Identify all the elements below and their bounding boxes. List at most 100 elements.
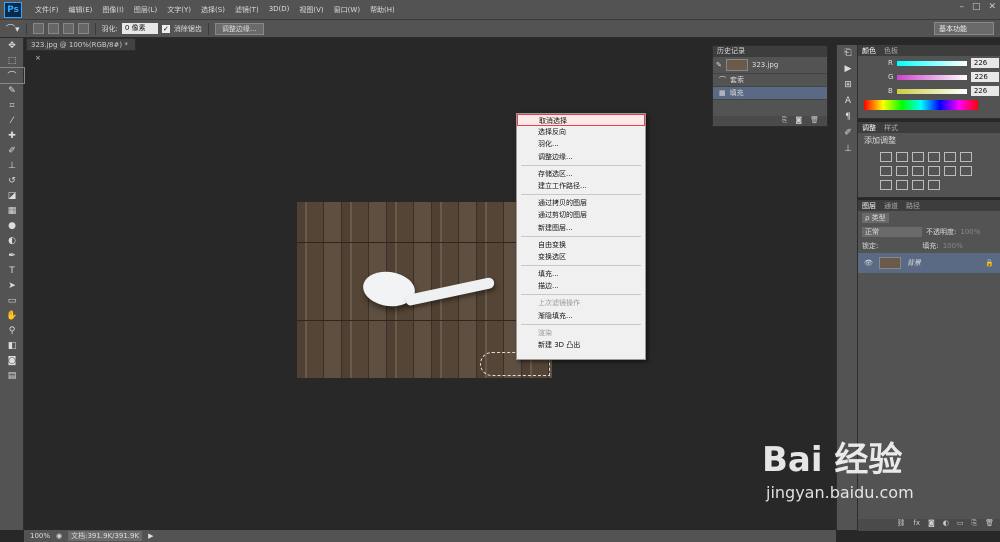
menu-select[interactable]: 选择(S) — [196, 5, 230, 15]
menu-item-refine-edge[interactable]: 调整边缘... — [517, 151, 645, 163]
color-balance-icon[interactable] — [880, 166, 892, 176]
antialias-checkbox[interactable]: ✓ — [161, 24, 170, 33]
color-spectrum[interactable] — [864, 100, 978, 110]
menu-image[interactable]: 图像(I) — [97, 5, 129, 15]
workspace-select[interactable]: 基本功能 — [934, 22, 994, 35]
color-lookup-icon[interactable] — [944, 166, 956, 176]
zoom-level[interactable]: 100% — [30, 532, 50, 540]
history-step-fill[interactable]: ▦ 填充 — [713, 87, 827, 100]
clone-stamp-icon[interactable]: ⊥ — [0, 158, 24, 173]
menu-item-fade-fill[interactable]: 渐隐填充... — [517, 310, 645, 322]
close-tab-icon[interactable]: × — [35, 54, 41, 62]
vibrance-icon[interactable] — [944, 152, 956, 162]
lasso-tool-icon[interactable]: ⌒▾ — [6, 22, 20, 35]
menu-view[interactable]: 视图(V) — [294, 5, 328, 15]
marquee-tool-icon[interactable]: ⬚ — [0, 53, 24, 68]
adjustment-layer-icon[interactable]: ◐ — [943, 519, 949, 531]
menu-item-save-selection[interactable]: 存储选区... — [517, 168, 645, 180]
add-selection-icon[interactable] — [47, 23, 59, 34]
eraser-icon[interactable]: ◪ — [0, 188, 24, 203]
menu-item-fill[interactable]: 填充... — [517, 268, 645, 280]
tab-color[interactable]: 颜色 — [862, 46, 876, 56]
camera-icon[interactable]: ◙ — [795, 116, 802, 126]
g-value-input[interactable]: 226 — [971, 72, 1000, 82]
document-info[interactable]: 文档:391.9K/391.9K — [68, 531, 143, 541]
status-arrow-icon[interactable]: ▶ — [148, 532, 153, 540]
zoom-tool-icon[interactable]: ⚲ — [0, 323, 24, 338]
channel-mixer-icon[interactable] — [928, 166, 940, 176]
eye-icon[interactable]: 👁 — [864, 259, 873, 267]
shape-tool-icon[interactable]: ▭ — [0, 293, 24, 308]
group-icon[interactable]: ▭ — [957, 519, 964, 531]
menu-3d[interactable]: 3D(D) — [264, 5, 295, 15]
paragraph-icon[interactable]: ¶ — [837, 109, 859, 125]
refine-edge-button[interactable]: 调整边缘... — [214, 22, 264, 35]
fx-icon[interactable]: fx — [913, 519, 920, 531]
path-select-icon[interactable]: ➤ — [0, 278, 24, 293]
history-step-lasso[interactable]: ⌒ 套索 — [713, 74, 827, 87]
history-panel-title[interactable]: 历史记录 — [713, 46, 827, 57]
history-brush-icon[interactable]: ↺ — [0, 173, 24, 188]
r-slider[interactable] — [896, 60, 967, 66]
r-value-input[interactable]: 226 — [970, 58, 999, 68]
gradient-map-icon[interactable] — [912, 180, 924, 190]
selective-color-icon[interactable] — [928, 180, 940, 190]
posterize-icon[interactable] — [880, 180, 892, 190]
hue-saturation-icon[interactable] — [960, 152, 972, 162]
blur-icon[interactable]: ● — [0, 218, 24, 233]
b-value-input[interactable]: 226 — [970, 86, 999, 96]
menu-item-layer-via-copy[interactable]: 通过拷贝的图层 — [517, 197, 645, 209]
subtract-selection-icon[interactable] — [62, 23, 74, 34]
quick-select-icon[interactable]: ✎ — [0, 83, 24, 98]
menu-filter[interactable]: 滤镜(T) — [230, 5, 264, 15]
tab-paths[interactable]: 路径 — [906, 201, 920, 211]
brush-tool-icon[interactable]: ✐ — [0, 143, 24, 158]
fill-input[interactable]: 100% — [943, 242, 963, 250]
menu-layer[interactable]: 图层(L) — [129, 5, 162, 15]
new-document-icon[interactable]: ⎘ — [782, 116, 788, 126]
info-icon[interactable]: ◉ — [56, 532, 62, 540]
menu-type[interactable]: 文字(Y) — [162, 5, 196, 15]
move-tool-icon[interactable]: ✥ — [0, 38, 24, 53]
menu-file[interactable]: 文件(F) — [30, 5, 64, 15]
tab-adjustments[interactable]: 调整 — [862, 123, 876, 133]
close-icon[interactable]: ✕ — [988, 2, 996, 12]
threshold-icon[interactable] — [896, 180, 908, 190]
new-selection-icon[interactable] — [32, 23, 44, 34]
pen-tool-icon[interactable]: ✒ — [0, 248, 24, 263]
menu-item-inverse[interactable]: 选择反向 — [517, 126, 645, 138]
blend-mode-select[interactable]: 正常 — [862, 227, 922, 237]
clone-source-icon[interactable]: ⊥ — [837, 141, 859, 157]
quick-mask-icon[interactable]: ◙ — [0, 353, 24, 368]
new-layer-icon[interactable]: ⎘ — [972, 519, 978, 531]
black-white-icon[interactable] — [896, 166, 908, 176]
canvas-image[interactable] — [297, 202, 552, 378]
opacity-input[interactable]: 100% — [960, 228, 980, 236]
screen-mode-icon[interactable]: ▤ — [0, 368, 24, 383]
brightness-icon[interactable] — [880, 152, 892, 162]
crop-tool-icon[interactable]: ⌗ — [0, 98, 24, 113]
tab-channels[interactable]: 通道 — [884, 201, 898, 211]
gradient-icon[interactable]: ▦ — [0, 203, 24, 218]
exposure-icon[interactable] — [928, 152, 940, 162]
tab-swatches[interactable]: 色板 — [884, 46, 898, 56]
minimize-icon[interactable]: – — [959, 2, 964, 12]
link-icon[interactable]: ⛓ — [896, 519, 905, 531]
menu-item-new-layer[interactable]: 新建图层... — [517, 222, 645, 234]
menu-help[interactable]: 帮助(H) — [365, 5, 400, 15]
menu-item-layer-via-cut[interactable]: 通过剪切的图层 — [517, 209, 645, 221]
menu-window[interactable]: 窗口(W) — [329, 5, 365, 15]
healing-brush-icon[interactable]: ✚ — [0, 128, 24, 143]
b-slider[interactable] — [896, 88, 967, 94]
menu-edit[interactable]: 编辑(E) — [64, 5, 98, 15]
layer-kind-select[interactable]: ρ 类型 — [862, 213, 889, 223]
actions-panel-icon[interactable]: ▶ — [837, 61, 859, 77]
eyedropper-icon[interactable]: ⁄ — [0, 113, 24, 128]
maximize-icon[interactable]: □ — [972, 2, 981, 12]
curves-icon[interactable] — [912, 152, 924, 162]
menu-item-deselect[interactable]: 取消选择 — [517, 114, 645, 127]
history-panel-icon[interactable]: ⎗ — [837, 45, 859, 61]
feather-input[interactable]: 0 像素 — [121, 23, 158, 34]
history-brush-source-icon[interactable]: ✎ — [716, 61, 722, 69]
levels-icon[interactable] — [896, 152, 908, 162]
